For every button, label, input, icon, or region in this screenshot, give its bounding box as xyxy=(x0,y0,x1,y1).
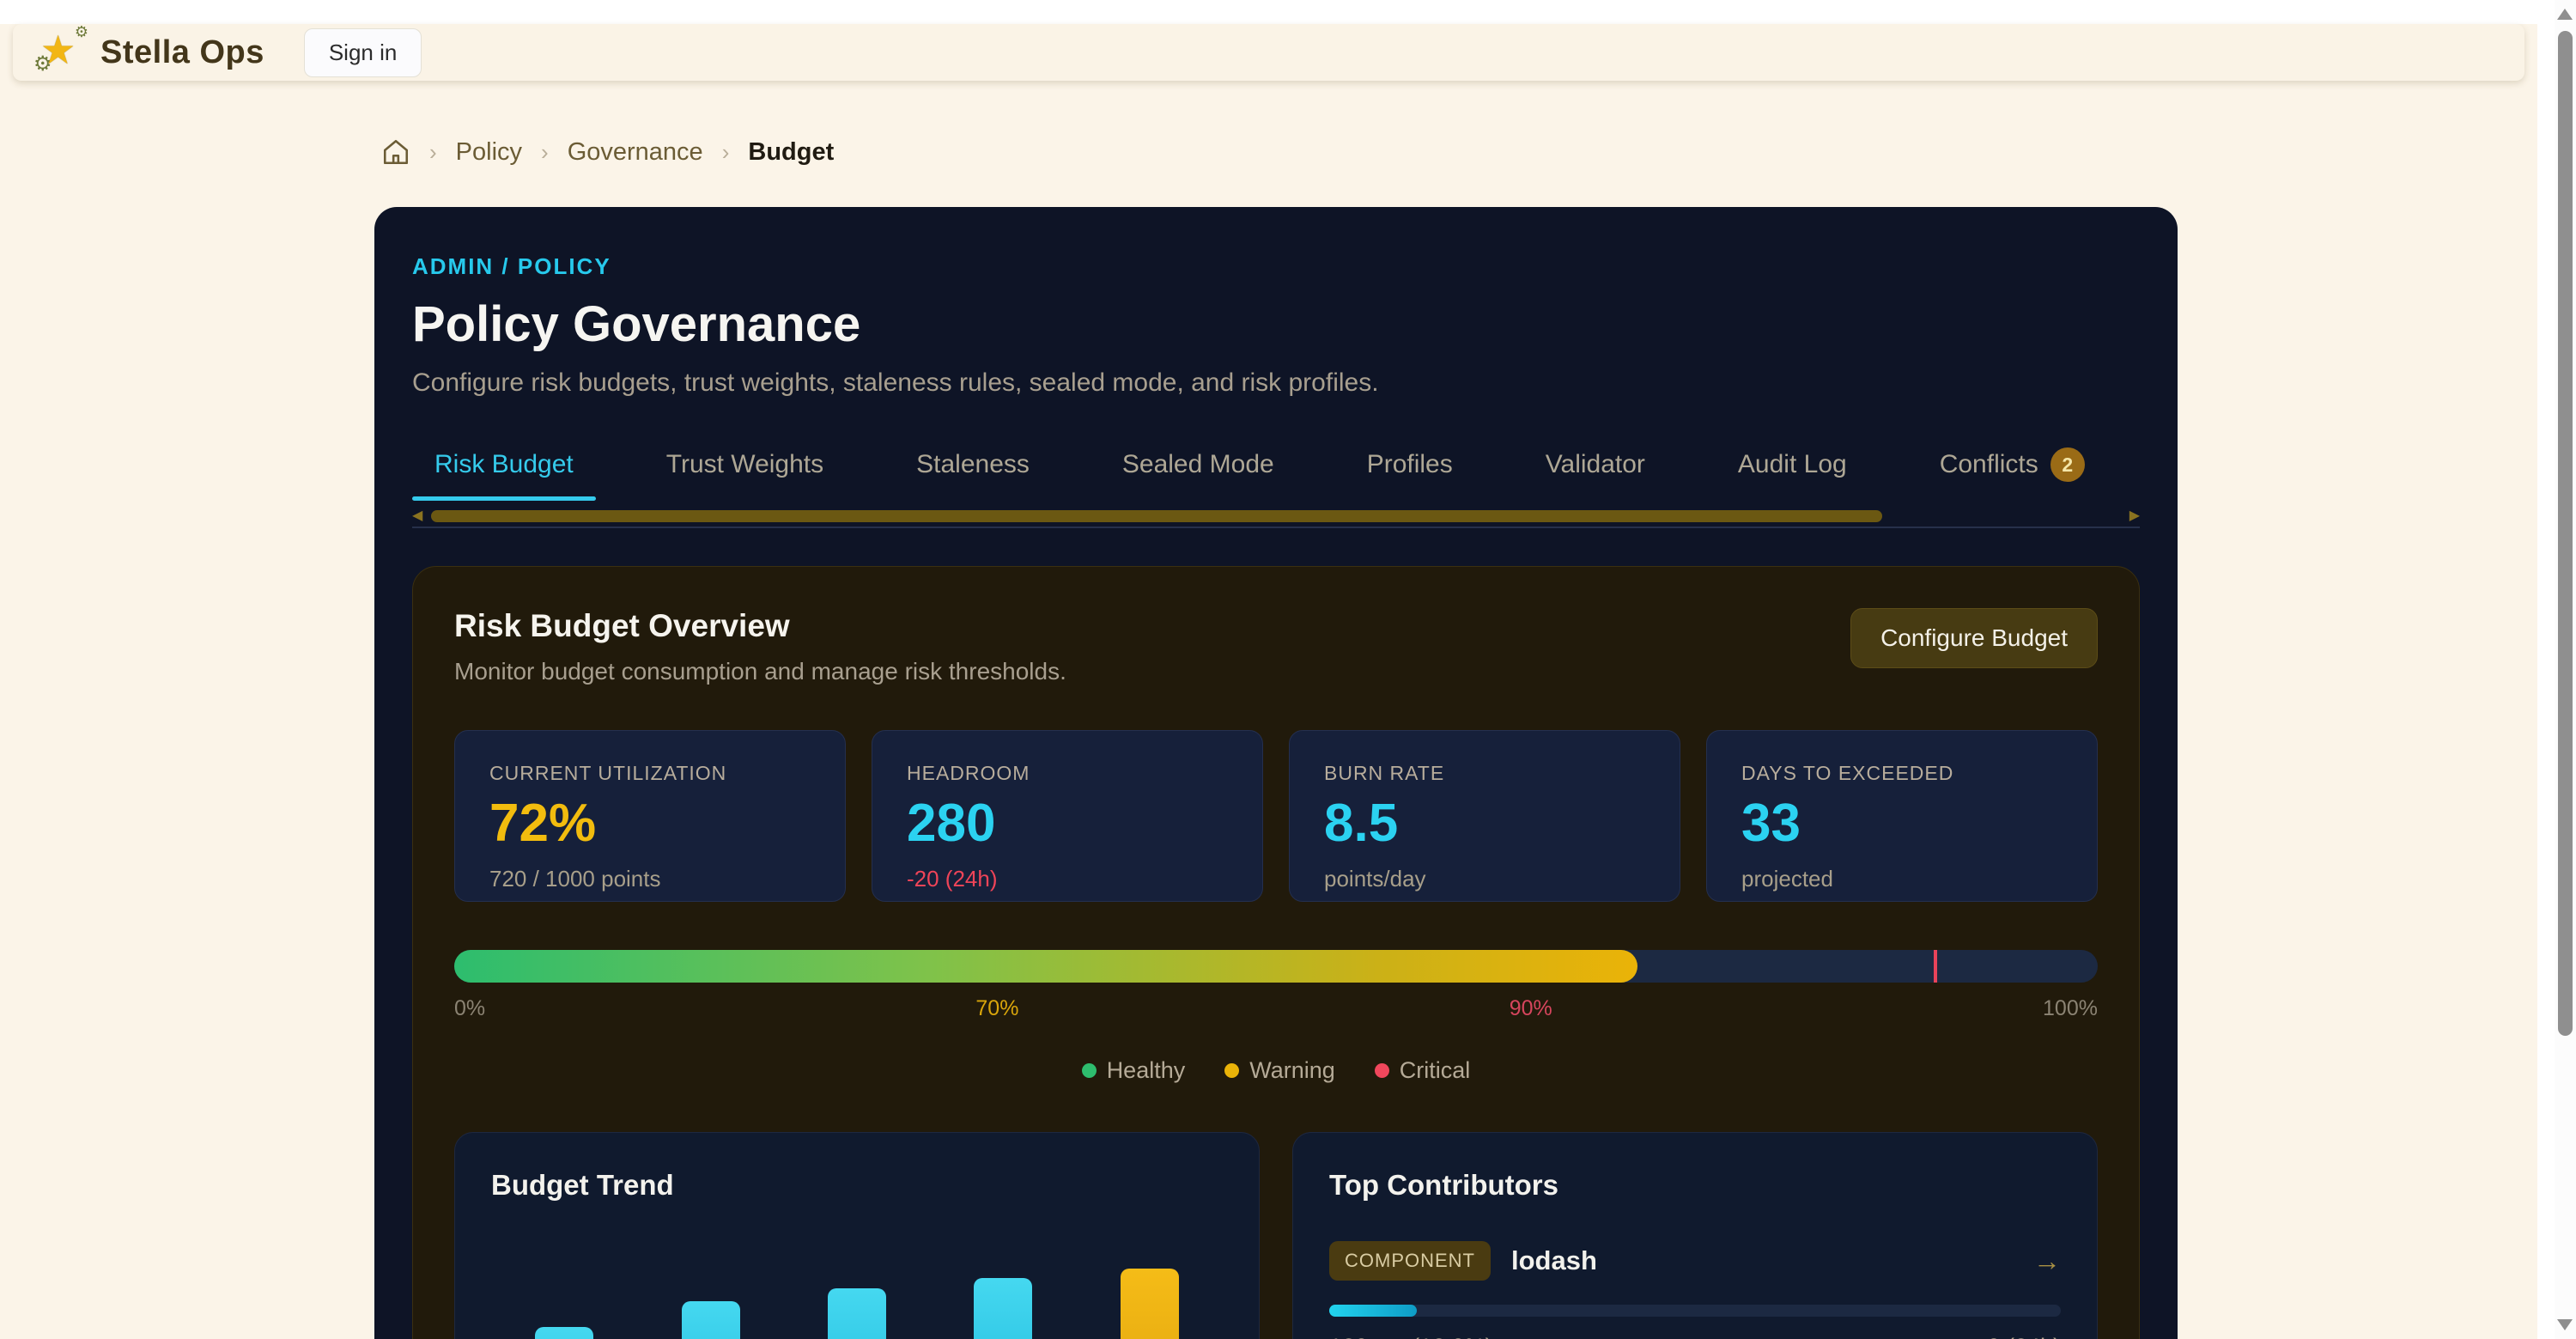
legend-item-healthy: Healthy xyxy=(1082,1057,1186,1084)
budget-trend-chart xyxy=(491,1269,1223,1339)
tab-label: Audit Log xyxy=(1738,450,1847,479)
trend-bar-12/1 xyxy=(535,1327,593,1339)
budget-utilization-fill xyxy=(454,950,1637,983)
vertical-scrollbar-thumb[interactable] xyxy=(2558,31,2573,1036)
contributor-trend-arrow-icon[interactable]: → xyxy=(2033,1245,2061,1277)
scroll-down-icon[interactable] xyxy=(2557,1319,2573,1330)
trend-bar-12/15 xyxy=(828,1288,886,1339)
stat-subtext: 720 / 1000 points xyxy=(489,866,811,892)
stat-cards-row: CURRENT UTILIZATION 72% 720 / 1000 point… xyxy=(454,730,2098,902)
breadcrumb: › Policy › Governance › Budget xyxy=(381,137,834,167)
stat-value: 280 xyxy=(907,797,1228,850)
sign-in-button[interactable]: Sign in xyxy=(304,28,422,77)
stat-card: CURRENT UTILIZATION 72% 720 / 1000 point… xyxy=(454,730,846,902)
stat-label: HEADROOM xyxy=(907,762,1228,785)
tab-bar: Risk Budget Trust Weights Staleness Seal… xyxy=(412,437,2140,501)
legend-item-warning: Warning xyxy=(1224,1057,1335,1084)
overview-subtitle: Monitor budget consumption and manage ri… xyxy=(454,658,1066,685)
tab-label: Sealed Mode xyxy=(1122,450,1274,479)
tabs-horizontal-scrollbar[interactable]: ◀ ▶ xyxy=(412,509,2140,523)
stat-subtext: projected xyxy=(1741,866,2063,892)
top-contributors-title: Top Contributors xyxy=(1329,1169,2061,1202)
page-title: Policy Governance xyxy=(412,295,2140,353)
page-subtitle: Configure risk budgets, trust weights, s… xyxy=(412,368,2140,398)
threshold-label: 70% xyxy=(975,996,1018,1021)
top-contributors-card: Top Contributors COMPONENT lodash → 120 … xyxy=(1292,1132,2098,1339)
brand-title: Stella Ops xyxy=(100,34,264,71)
contributor-delta: +0 (24h) xyxy=(1974,1334,2061,1339)
stat-value: 33 xyxy=(1741,797,2063,850)
stat-card: BURN RATE 8.5 points/day xyxy=(1289,730,1680,902)
scroll-left-icon[interactable]: ◀ xyxy=(412,509,422,523)
tabs-divider xyxy=(412,526,2140,528)
tab-label: Staleness xyxy=(916,450,1030,479)
stat-label: DAYS TO EXCEEDED xyxy=(1741,762,2063,785)
chevron-right-icon: › xyxy=(541,139,549,166)
breadcrumb-current-budget: Budget xyxy=(748,138,834,167)
trend-bar-12/29 xyxy=(1121,1269,1179,1339)
browser-vertical-scrollbar[interactable] xyxy=(2555,0,2576,1339)
contributor-points: 120 pts (12.0%) xyxy=(1329,1334,1493,1339)
status-legend: Healthy Warning Critical xyxy=(454,1057,2098,1084)
breadcrumb-link-governance[interactable]: Governance xyxy=(568,138,703,167)
tabs-scrollbar-thumb[interactable] xyxy=(431,510,1882,522)
legend-item-critical: Critical xyxy=(1375,1057,1471,1084)
scroll-up-icon[interactable] xyxy=(2557,9,2573,20)
threshold-label: 90% xyxy=(1510,996,1552,1021)
star-icon: ★ xyxy=(40,27,76,73)
home-icon[interactable] xyxy=(381,137,410,167)
stat-value: 8.5 xyxy=(1324,797,1645,850)
budget-trend-card: Budget Trend 12/112/812/1512/2212/29 xyxy=(454,1132,1260,1339)
contributor-name: lodash xyxy=(1511,1245,2033,1276)
stat-label: CURRENT UTILIZATION xyxy=(489,762,811,785)
stat-subtext: points/day xyxy=(1324,866,1645,892)
top-contributors-list: COMPONENT lodash → 120 pts (12.0%) +0 (2… xyxy=(1329,1241,2061,1339)
tab-sealed-mode[interactable]: Sealed Mode xyxy=(1100,437,1297,501)
legend-dot-icon xyxy=(1224,1063,1239,1078)
stat-card: DAYS TO EXCEEDED 33 projected xyxy=(1706,730,2098,902)
critical-threshold-marker xyxy=(1934,950,1937,983)
chevron-right-icon: › xyxy=(722,139,730,166)
trend-bar-12/8 xyxy=(682,1301,740,1339)
overview-title: Risk Budget Overview xyxy=(454,608,1066,644)
contributor-progress-bar xyxy=(1329,1305,2061,1317)
top-navigation-bar: ⚙ ★ ⚙ Stella Ops Sign in xyxy=(13,24,2524,81)
tab-profiles[interactable]: Profiles xyxy=(1345,437,1475,501)
tab-trust-weights[interactable]: Trust Weights xyxy=(644,437,846,501)
tab-risk-budget[interactable]: Risk Budget xyxy=(412,437,596,501)
gear-icon: ⚙ xyxy=(75,23,88,41)
stat-label: BURN RATE xyxy=(1324,762,1645,785)
configure-budget-button[interactable]: Configure Budget xyxy=(1850,608,2098,668)
stella-ops-logo: ⚙ ★ ⚙ xyxy=(37,28,85,76)
tab-conflicts[interactable]: Conflicts 2 xyxy=(1917,437,2107,501)
stat-subtext: -20 (24h) xyxy=(907,866,1228,892)
tab-label: Risk Budget xyxy=(434,450,574,479)
tab-validator[interactable]: Validator xyxy=(1523,437,1668,501)
policy-governance-panel: ADMIN / POLICY Policy Governance Configu… xyxy=(374,207,2178,1339)
stat-card: HEADROOM 280 -20 (24h) xyxy=(872,730,1263,902)
contributor-row[interactable]: COMPONENT lodash → 120 pts (12.0%) +0 (2… xyxy=(1329,1241,2061,1339)
scroll-right-icon[interactable]: ▶ xyxy=(2129,509,2140,523)
tab-audit-log[interactable]: Audit Log xyxy=(1716,437,1869,501)
legend-dot-icon xyxy=(1082,1063,1097,1078)
legend-dot-icon xyxy=(1375,1063,1389,1078)
threshold-labels: 0% 70% 90% 100% xyxy=(454,996,2098,1021)
stat-value: 72% xyxy=(489,797,811,850)
tab-label: Profiles xyxy=(1367,450,1453,479)
section-eyebrow: ADMIN / POLICY xyxy=(412,253,2140,280)
tab-staleness[interactable]: Staleness xyxy=(894,437,1052,501)
breadcrumb-link-policy[interactable]: Policy xyxy=(456,138,522,167)
budget-trend-title: Budget Trend xyxy=(491,1169,1223,1202)
budget-utilization-bar xyxy=(454,950,2098,983)
threshold-label: 0% xyxy=(454,996,485,1021)
trend-bar-12/22 xyxy=(974,1278,1032,1339)
risk-budget-overview-card: Risk Budget Overview Monitor budget cons… xyxy=(412,566,2140,1339)
threshold-label: 100% xyxy=(2043,996,2098,1021)
tab-label: Trust Weights xyxy=(666,450,823,479)
tab-badge-count: 2 xyxy=(2050,447,2085,482)
tab-label: Validator xyxy=(1546,450,1645,479)
contributor-type-badge: COMPONENT xyxy=(1329,1241,1491,1281)
tab-label: Conflicts xyxy=(1940,450,2038,479)
chevron-right-icon: › xyxy=(429,139,437,166)
